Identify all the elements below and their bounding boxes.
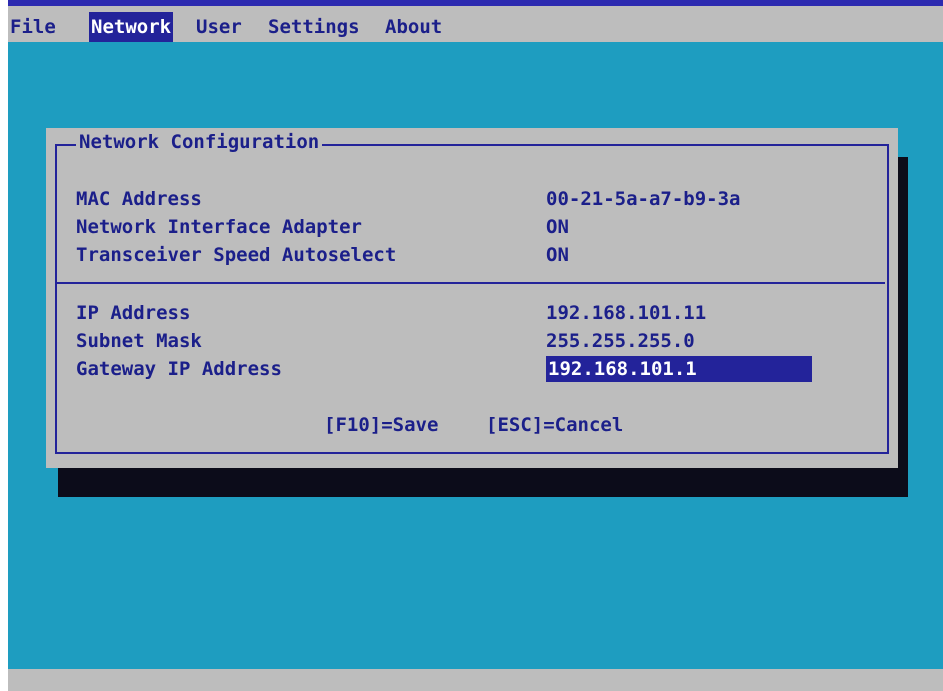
gateway-ip-address-field[interactable]: 192.168.101.1	[546, 356, 812, 382]
section-divider	[57, 282, 885, 284]
status-bar	[8, 669, 943, 691]
ip-address-field[interactable]: 192.168.101.11	[546, 300, 706, 326]
cancel-key-hint[interactable]: [ESC]=Cancel	[486, 412, 623, 438]
menu-network[interactable]: Network	[89, 12, 174, 42]
ip-address-label: IP Address	[76, 302, 191, 324]
menu-user[interactable]: User	[194, 12, 244, 42]
mac-address-label: MAC Address	[76, 188, 202, 210]
gateway-ip-address-label: Gateway IP Address	[76, 358, 282, 380]
menu-bar: File Network User Settings About	[8, 6, 943, 42]
save-key-hint[interactable]: [F10]=Save	[324, 412, 438, 438]
network-configuration-dialog: Network Configuration MAC Address 00-21-…	[46, 128, 898, 468]
subnet-mask-label: Subnet Mask	[76, 330, 202, 352]
bios-screen: File Network User Settings About Network…	[8, 0, 943, 691]
network-interface-adapter-value[interactable]: ON	[546, 214, 569, 240]
network-interface-adapter-label: Network Interface Adapter	[76, 216, 362, 238]
menu-settings[interactable]: Settings	[266, 12, 362, 42]
subnet-mask-field[interactable]: 255.255.255.0	[546, 328, 695, 354]
menu-file[interactable]: File	[8, 12, 58, 42]
transceiver-speed-autoselect-label: Transceiver Speed Autoselect	[76, 244, 397, 266]
menu-about[interactable]: About	[383, 12, 444, 42]
mac-address-value: 00-21-5a-a7-b9-3a	[546, 188, 741, 210]
dialog-title: Network Configuration	[76, 128, 323, 156]
transceiver-speed-autoselect-value[interactable]: ON	[546, 242, 569, 268]
